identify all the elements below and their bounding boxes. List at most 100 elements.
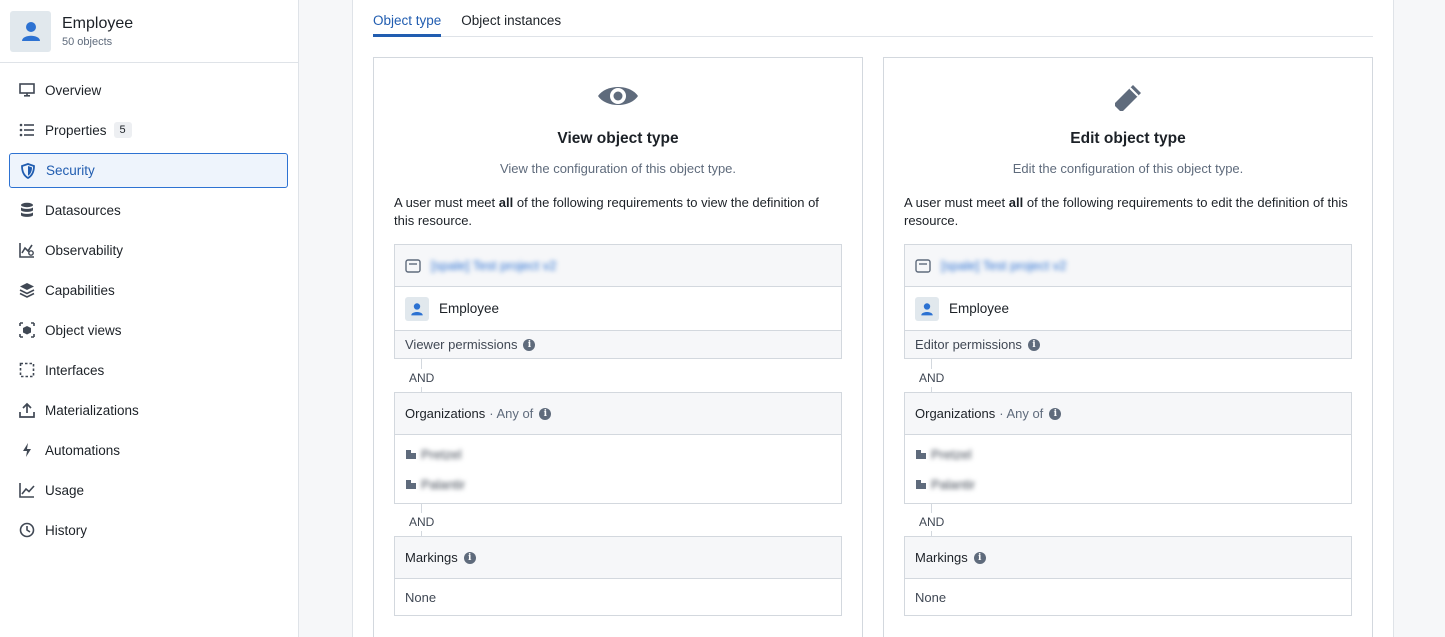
building-icon — [915, 448, 927, 460]
pencil-icon — [884, 81, 1372, 115]
object-row: Employee — [905, 286, 1351, 330]
markings-box: Markings i None — [904, 536, 1352, 616]
info-icon[interactable]: i — [523, 338, 536, 351]
organizations-list: Pretzel Palantir — [395, 434, 841, 503]
sidebar-item-security[interactable]: Security — [9, 153, 288, 188]
organizations-box: Organizations · Any of i Pretzel Palanti… — [394, 392, 842, 504]
project-row[interactable]: [spale] Test project v2 — [395, 245, 841, 286]
user-icon — [405, 296, 429, 321]
markings-value: None — [405, 589, 437, 605]
organization-item: Pretzel — [405, 439, 461, 469]
sidebar-item-usage[interactable]: Usage — [0, 470, 288, 510]
building-icon — [915, 478, 927, 490]
sidebar-item-label: Capabilities — [45, 282, 115, 298]
info-icon[interactable]: i — [1027, 338, 1040, 351]
project-row[interactable]: [spale] Test project v2 — [905, 245, 1351, 286]
sidebar-item-label: Automations — [45, 442, 121, 458]
permissions-label: Viewer permissions — [405, 337, 518, 352]
sidebar-item-automations[interactable]: Automations — [0, 430, 288, 470]
sidebar-item-label: Overview — [45, 82, 102, 98]
markings-header: Markings i — [905, 537, 1351, 578]
sidebar-item-label: History — [45, 522, 88, 538]
sidebar-item-materializations[interactable]: Materializations — [0, 390, 288, 430]
markings-label: Markings — [915, 550, 968, 565]
layers-icon — [18, 281, 36, 299]
monitor-icon — [18, 81, 36, 99]
sidebar-item-overview[interactable]: Overview — [0, 70, 288, 110]
sidebar-item-label: Observability — [45, 242, 124, 258]
sidebar-item-capabilities[interactable]: Capabilities — [0, 270, 288, 310]
organizations-list: Pretzel Palantir — [905, 434, 1351, 503]
sidebar-item-label: Datasources — [45, 202, 121, 218]
sidebar-item-interfaces[interactable]: Interfaces — [0, 350, 288, 390]
organizations-label: Organizations — [915, 406, 996, 421]
project-folder-icon — [915, 258, 931, 273]
markings-value: None — [915, 589, 947, 605]
info-icon[interactable]: i — [973, 551, 986, 564]
permissions-row: Viewer permissions i — [395, 330, 841, 358]
sidebar-item-properties[interactable]: Properties 5 — [0, 110, 288, 150]
and-label: AND — [409, 513, 435, 531]
sidebar-nav: Overview Properties 5 Security Datasourc… — [0, 63, 298, 550]
card-title: Edit object type — [1070, 130, 1186, 147]
card-description: View the configuration of this object ty… — [499, 161, 737, 176]
tab-object-instances[interactable]: Object instances — [461, 0, 561, 37]
sidebar-item-datasources[interactable]: Datasources — [0, 190, 288, 230]
edit-object-type-card: Edit object type Edit the configuration … — [883, 57, 1373, 637]
main-panel: Object type Object instances View object… — [352, 0, 1394, 637]
line-chart-icon — [18, 481, 36, 499]
organizations-header: Organizations · Any of i — [395, 393, 841, 434]
organization-name: Pretzel — [421, 446, 462, 462]
object-count: 50 objects — [62, 36, 113, 48]
organization-item: Palantir — [405, 469, 465, 499]
sidebar-item-label: Usage — [45, 482, 85, 498]
organization-name: Palantir — [931, 476, 976, 492]
upload-icon — [18, 401, 36, 419]
building-icon — [405, 448, 417, 460]
object-header: Employee 50 objects — [0, 0, 298, 63]
organizations-any-of: · Any of — [489, 406, 534, 421]
object-title: Employee — [62, 15, 134, 32]
requirements-text: A user must meet all of the following re… — [904, 195, 1348, 228]
info-icon[interactable]: i — [463, 551, 476, 564]
properties-count-badge: 5 — [113, 122, 132, 138]
eye-icon — [374, 81, 862, 111]
sidebar-item-label: Object views — [45, 322, 122, 338]
permissions-box: [spale] Test project v2 Employee Editor … — [904, 244, 1352, 359]
card-description: Edit the configuration of this object ty… — [1012, 161, 1244, 176]
shield-icon — [19, 162, 37, 180]
organization-item: Palantir — [915, 469, 975, 499]
project-folder-icon — [405, 258, 421, 273]
project-name[interactable]: [spale] Test project v2 — [431, 258, 557, 273]
card-title: View object type — [557, 130, 679, 147]
user-icon — [10, 10, 51, 52]
and-label: AND — [919, 369, 945, 387]
and-label: AND — [409, 369, 435, 387]
sidebar-item-observability[interactable]: Observability — [0, 230, 288, 270]
dashed-square-icon — [18, 361, 36, 379]
and-label: AND — [919, 513, 945, 531]
organizations-box: Organizations · Any of i Pretzel Palanti… — [904, 392, 1352, 504]
building-icon — [405, 478, 417, 490]
sidebar-item-object-views[interactable]: Object views — [0, 310, 288, 350]
organizations-header: Organizations · Any of i — [905, 393, 1351, 434]
markings-box: Markings i None — [394, 536, 842, 616]
permissions-box: [spale] Test project v2 Employee Viewer … — [394, 244, 842, 359]
chart-icon — [18, 241, 36, 259]
organization-item: Pretzel — [915, 439, 971, 469]
object-row: Employee — [395, 286, 841, 330]
requirements-text: A user must meet all of the following re… — [394, 195, 819, 228]
user-icon — [915, 296, 939, 321]
permissions-label: Editor permissions — [915, 337, 1022, 352]
sidebar-item-history[interactable]: History — [0, 510, 288, 550]
markings-label: Markings — [405, 550, 458, 565]
info-icon[interactable]: i — [1049, 407, 1062, 420]
organization-name: Pretzel — [931, 446, 972, 462]
sidebar: Employee 50 objects Overview Properties … — [0, 0, 299, 637]
info-icon[interactable]: i — [539, 407, 552, 420]
project-name[interactable]: [spale] Test project v2 — [941, 258, 1067, 273]
markings-value-row: None — [905, 578, 1351, 615]
sidebar-item-label: Interfaces — [45, 362, 105, 378]
tab-object-type[interactable]: Object type — [373, 0, 442, 37]
tab-bar: Object type Object instances — [373, 0, 1373, 37]
